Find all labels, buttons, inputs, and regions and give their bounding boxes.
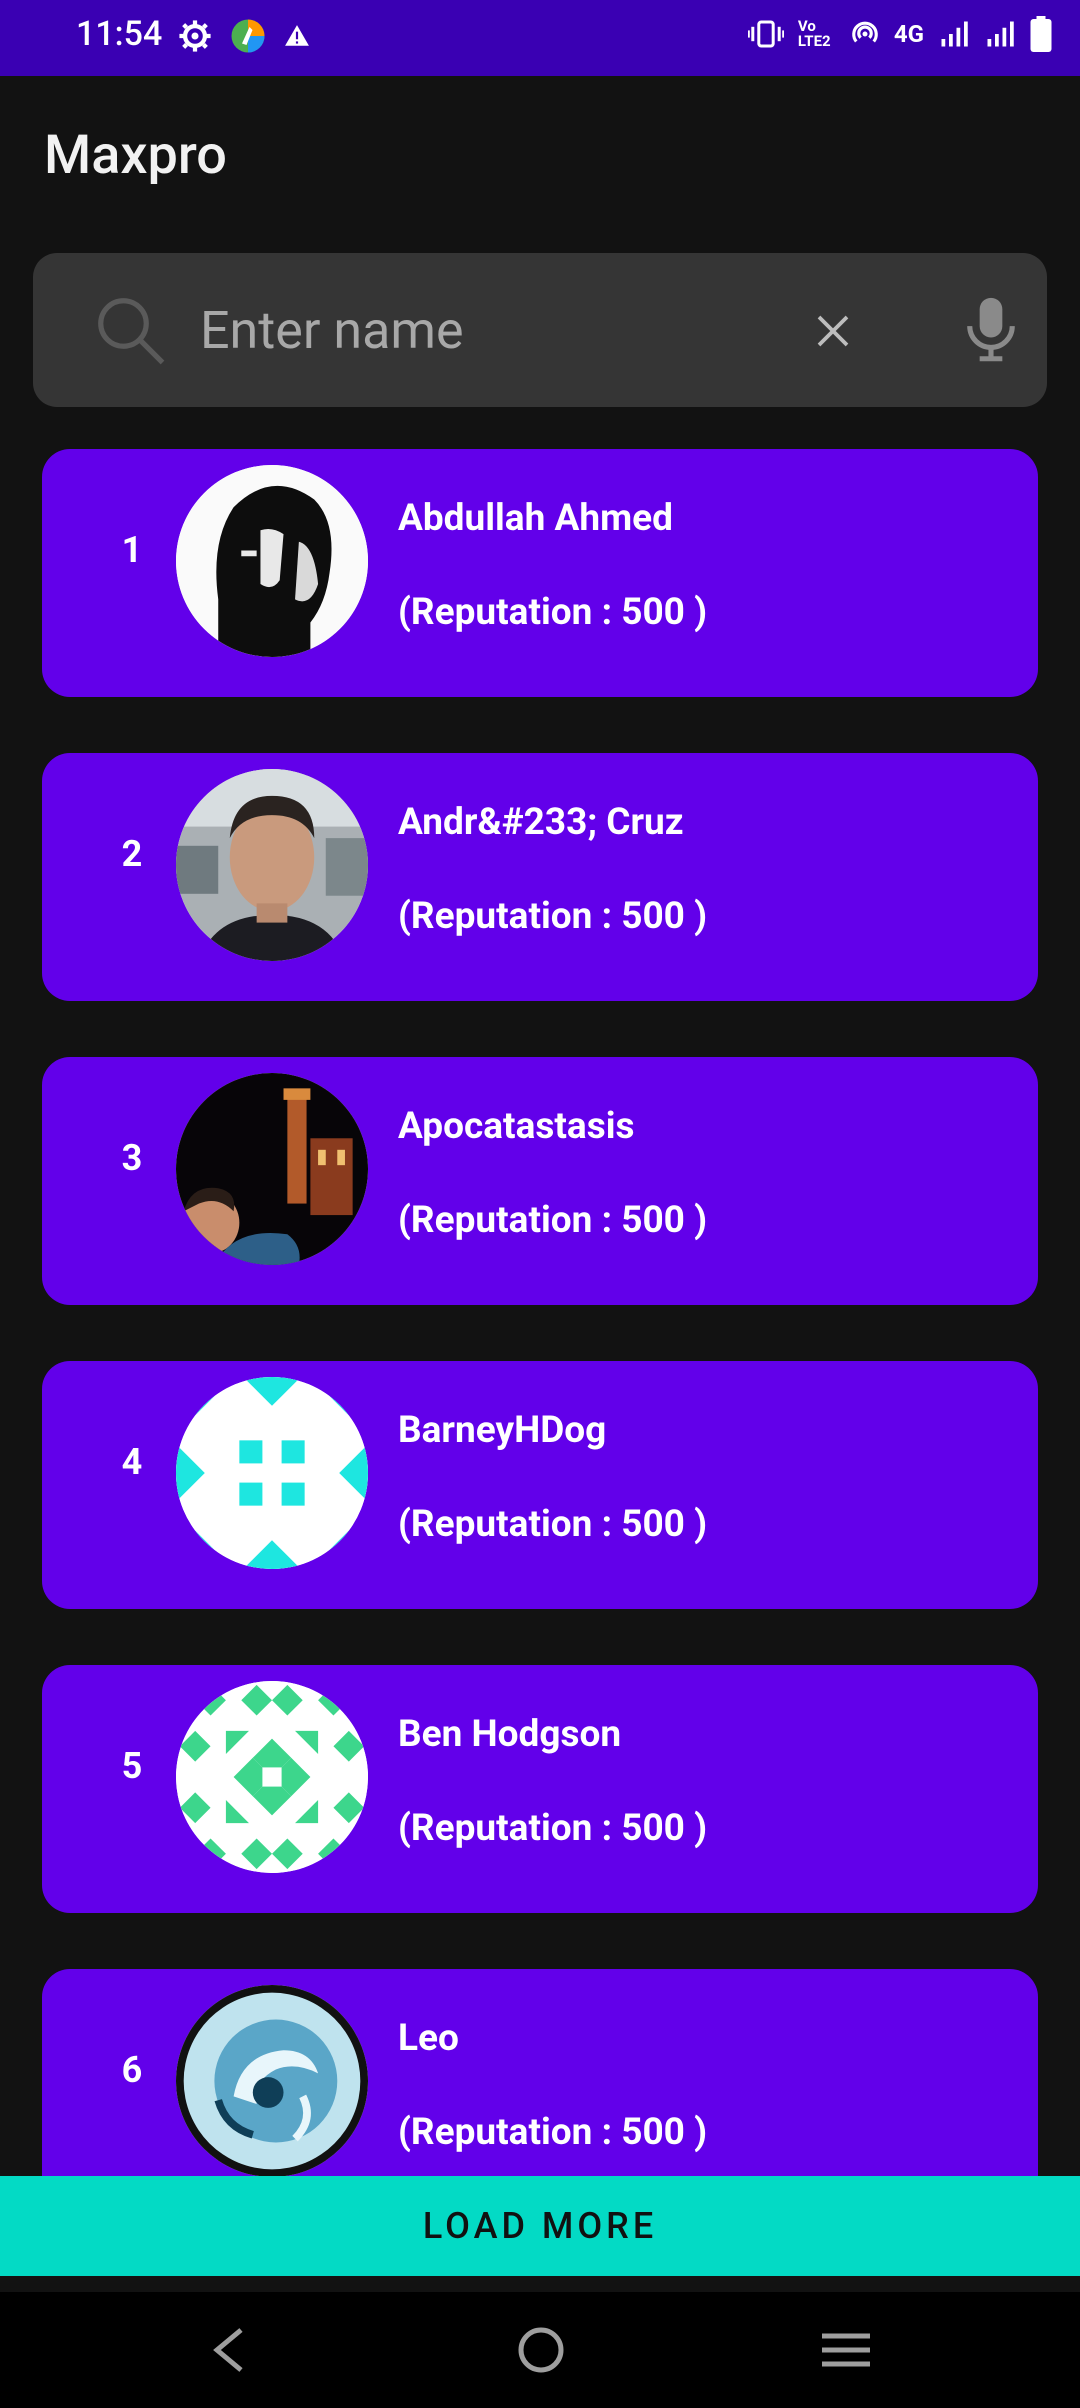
user-name: Abdullah Ahmed — [398, 497, 673, 540]
user-rank: 5 — [121, 1745, 143, 1787]
vibrate-icon — [747, 20, 784, 48]
search-input[interactable] — [198, 289, 802, 371]
user-reputation: (Reputation : 500 ) — [398, 1503, 708, 1546]
user-card[interactable]: 5 Ben Hodgson (Reputation: 500) — [42, 1665, 1038, 1913]
user-reputation: (Reputation : 500 ) — [398, 895, 708, 938]
user-card[interactable]: 1 Abdullah Ahmed (Reputation : 500 ) — [42, 449, 1038, 697]
user-card[interactable]: 6 Leo (Reputation : 500 ) — [42, 1969, 1038, 2179]
avatar — [176, 1377, 368, 1569]
page-title: Maxpro — [44, 124, 227, 187]
user-reputation: (Reputation : 500 ) — [398, 1807, 708, 1850]
home-icon[interactable] — [515, 2322, 567, 2378]
user-rank: 1 — [121, 529, 143, 571]
app-logo-icon — [231, 19, 265, 53]
user-reputation: (Reputation : 500 ) — [398, 2111, 708, 2154]
hotspot-icon — [852, 21, 878, 43]
status-bar: 11:54 Vo LTE2 4G — [0, 0, 1080, 76]
user-name: Andr&#233; Cruz — [398, 801, 684, 844]
user-reputation: (Reputation : 500 ) — [398, 1199, 708, 1242]
status-time: 11:54 — [76, 14, 163, 54]
search-bar[interactable] — [33, 253, 1047, 407]
alert-icon — [285, 25, 309, 46]
menu-icon[interactable] — [820, 2326, 872, 2374]
status-right-icons: Vo LTE2 4G — [747, 16, 1052, 52]
gear-icon — [179, 20, 211, 52]
user-name: Ben Hodgson — [398, 1713, 622, 1756]
user-name: Apocatastasis — [398, 1105, 635, 1148]
load-more-button[interactable]: LOAD MORE — [0, 2176, 1080, 2276]
close-icon[interactable] — [805, 303, 861, 359]
avatar — [176, 1073, 368, 1265]
user-name: Leo — [398, 2017, 459, 2060]
status-left-icons — [178, 18, 310, 54]
user-rank: 2 — [121, 833, 143, 875]
signal-icon — [941, 21, 968, 47]
volte-icon: Vo LTE2 — [797, 17, 831, 50]
search-icon — [98, 298, 165, 365]
user-rank: 3 — [121, 1137, 143, 1179]
avatar — [176, 1681, 368, 1873]
user-rank: 6 — [121, 2049, 143, 2091]
back-icon[interactable] — [205, 2322, 253, 2378]
mic-icon[interactable] — [957, 295, 1025, 363]
user-reputation: (Reputation : 500 ) — [398, 591, 708, 634]
user-name: BarneyHDog — [398, 1409, 607, 1452]
battery-icon — [1030, 16, 1052, 52]
avatar — [176, 1985, 368, 2177]
avatar — [176, 465, 368, 657]
user-card[interactable]: 3 Apocatastasis (Reputation : 500 ) — [42, 1057, 1038, 1305]
avatar — [176, 769, 368, 961]
navigation-bar — [0, 2292, 1080, 2408]
network-4g-icon: 4G — [893, 20, 924, 48]
user-card[interactable]: 2 Andr&#233; Cruz (Reputation : 500 ) — [42, 753, 1038, 1001]
user-card[interactable]: 4 BarneyHDog (Reputation : 500 ) — [42, 1361, 1038, 1609]
user-rank: 4 — [121, 1441, 143, 1483]
signal-icon — [987, 21, 1014, 47]
